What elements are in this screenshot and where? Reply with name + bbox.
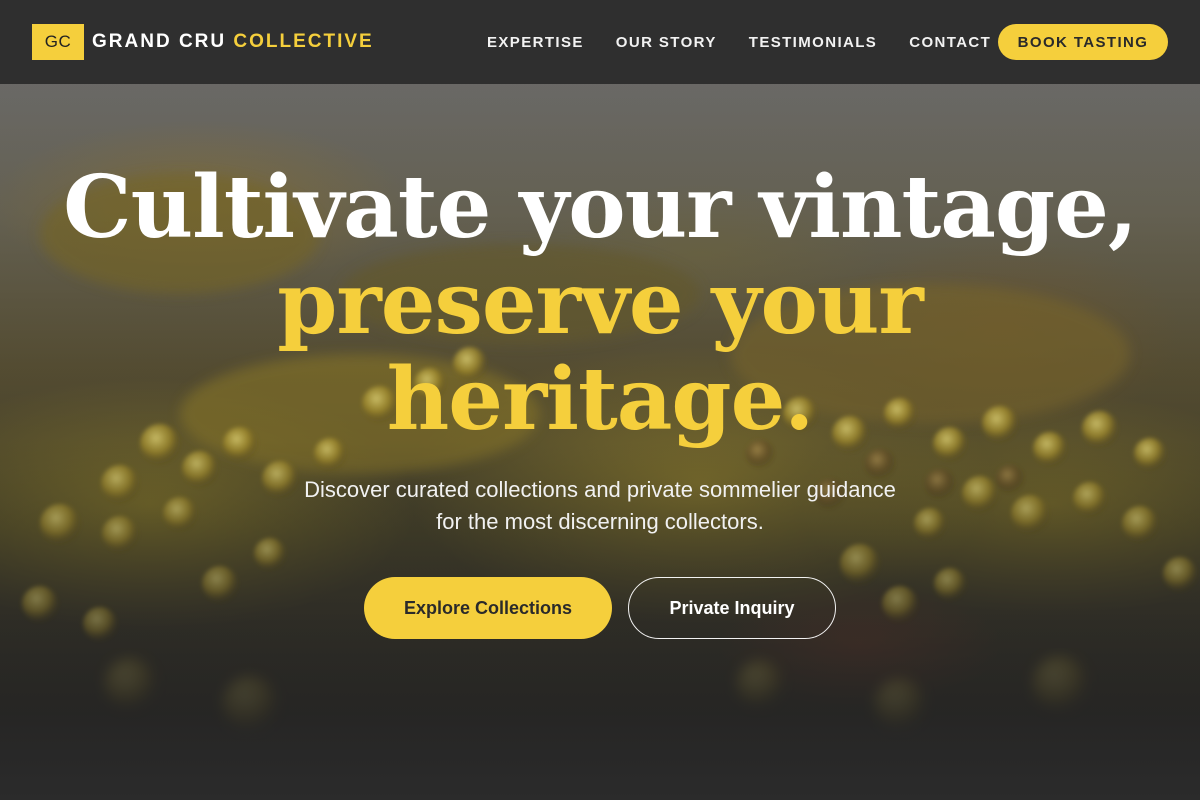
nav-expertise[interactable]: EXPERTISE bbox=[487, 34, 584, 51]
brand-name-primary: GRAND CRU bbox=[92, 31, 227, 52]
brand-logo[interactable]: GC GRAND CRU COLLECTIVE bbox=[32, 24, 374, 60]
logo-mark: GC bbox=[32, 24, 84, 60]
brand-name-accent: COLLECTIVE bbox=[233, 31, 374, 52]
private-inquiry-button[interactable]: Private Inquiry bbox=[628, 577, 836, 639]
explore-collections-button[interactable]: Explore Collections bbox=[364, 577, 612, 639]
headline-line-3: heritage. bbox=[386, 349, 814, 450]
hero-subtitle: Discover curated collections and private… bbox=[304, 477, 896, 534]
book-tasting-button[interactable]: BOOK TASTING bbox=[998, 24, 1168, 60]
main-nav: EXPERTISE OUR STORY TESTIMONIALS CONTACT bbox=[487, 0, 1023, 84]
headline-line-1: Cultivate your vintage, bbox=[63, 157, 1138, 258]
brand-name: GRAND CRU COLLECTIVE bbox=[92, 31, 374, 53]
nav-contact[interactable]: CONTACT bbox=[909, 34, 991, 51]
headline-line-2: preserve your bbox=[277, 253, 923, 354]
hero-headline: Cultivate your vintage, preserve your he… bbox=[0, 160, 1200, 448]
site-header: GC GRAND CRU COLLECTIVE EXPERTISE OUR ST… bbox=[0, 0, 1200, 84]
nav-our-story[interactable]: OUR STORY bbox=[616, 34, 717, 51]
nav-testimonials[interactable]: TESTIMONIALS bbox=[749, 34, 877, 51]
